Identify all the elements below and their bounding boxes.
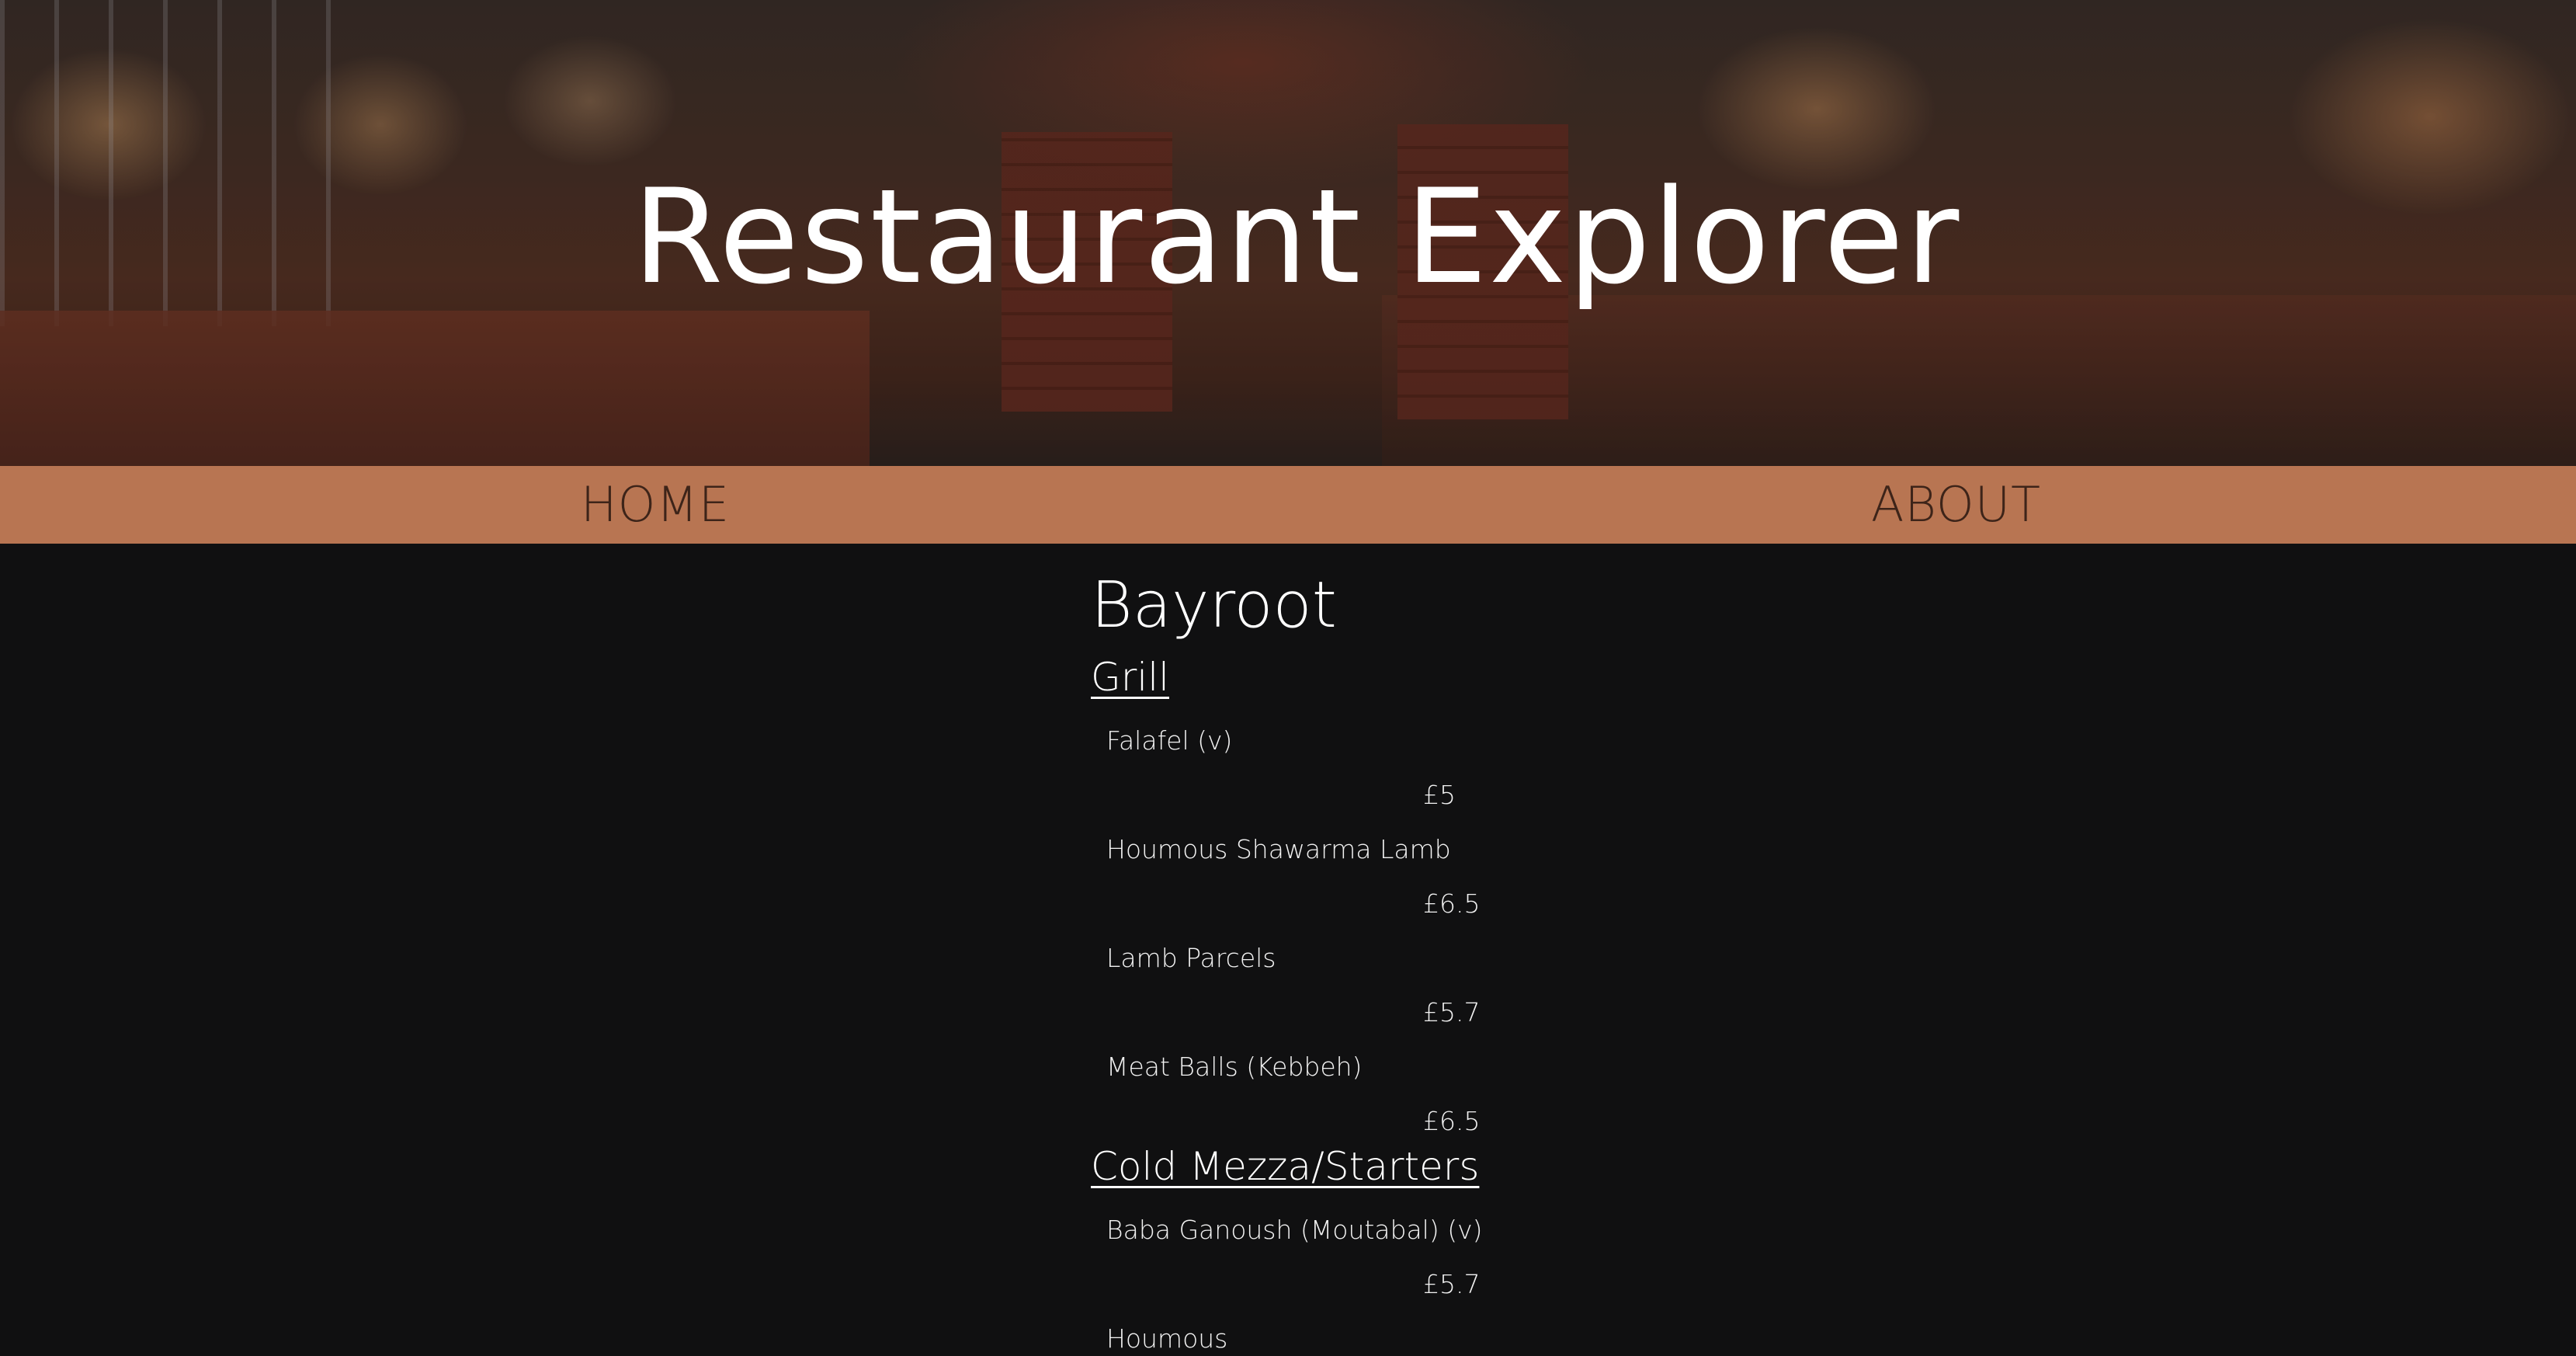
menu-item-price: £5.7: [1423, 1269, 1481, 1299]
menu-item-name: Houmous Shawarma Lamb: [1106, 834, 1451, 864]
menu-item-price: £6.5: [1423, 1106, 1481, 1136]
menu-item-name: Houmous: [1106, 1323, 1228, 1354]
main-navigation: HOME ABOUT: [0, 466, 2576, 544]
menu-item-price: £5.7: [1423, 997, 1481, 1027]
nav-about-link[interactable]: ABOUT: [1871, 466, 2041, 544]
menu-section-title-cold-mezza: Cold Mezza/Starters: [1091, 1144, 1480, 1189]
hero-banner: Restaurant Explorer: [0, 0, 2576, 466]
menu-item-name: Baba Ganoush (Moutabal) (v): [1106, 1215, 1483, 1245]
nav-home-link[interactable]: HOME: [581, 466, 730, 544]
menu-section-title-grill: Grill: [1091, 655, 1169, 700]
site-title: Restaurant Explorer: [632, 161, 1961, 313]
menu-item-name: Lamb Parcels: [1106, 943, 1276, 973]
menu-item-name: Meat Balls (Kebbeh): [1106, 1052, 1363, 1082]
restaurant-name: Bayroot: [1091, 568, 1337, 642]
menu-item-name: Falafel (v): [1106, 725, 1233, 756]
menu-item-price: £5: [1423, 780, 1456, 810]
menu-item-price: £6.5: [1423, 888, 1481, 919]
